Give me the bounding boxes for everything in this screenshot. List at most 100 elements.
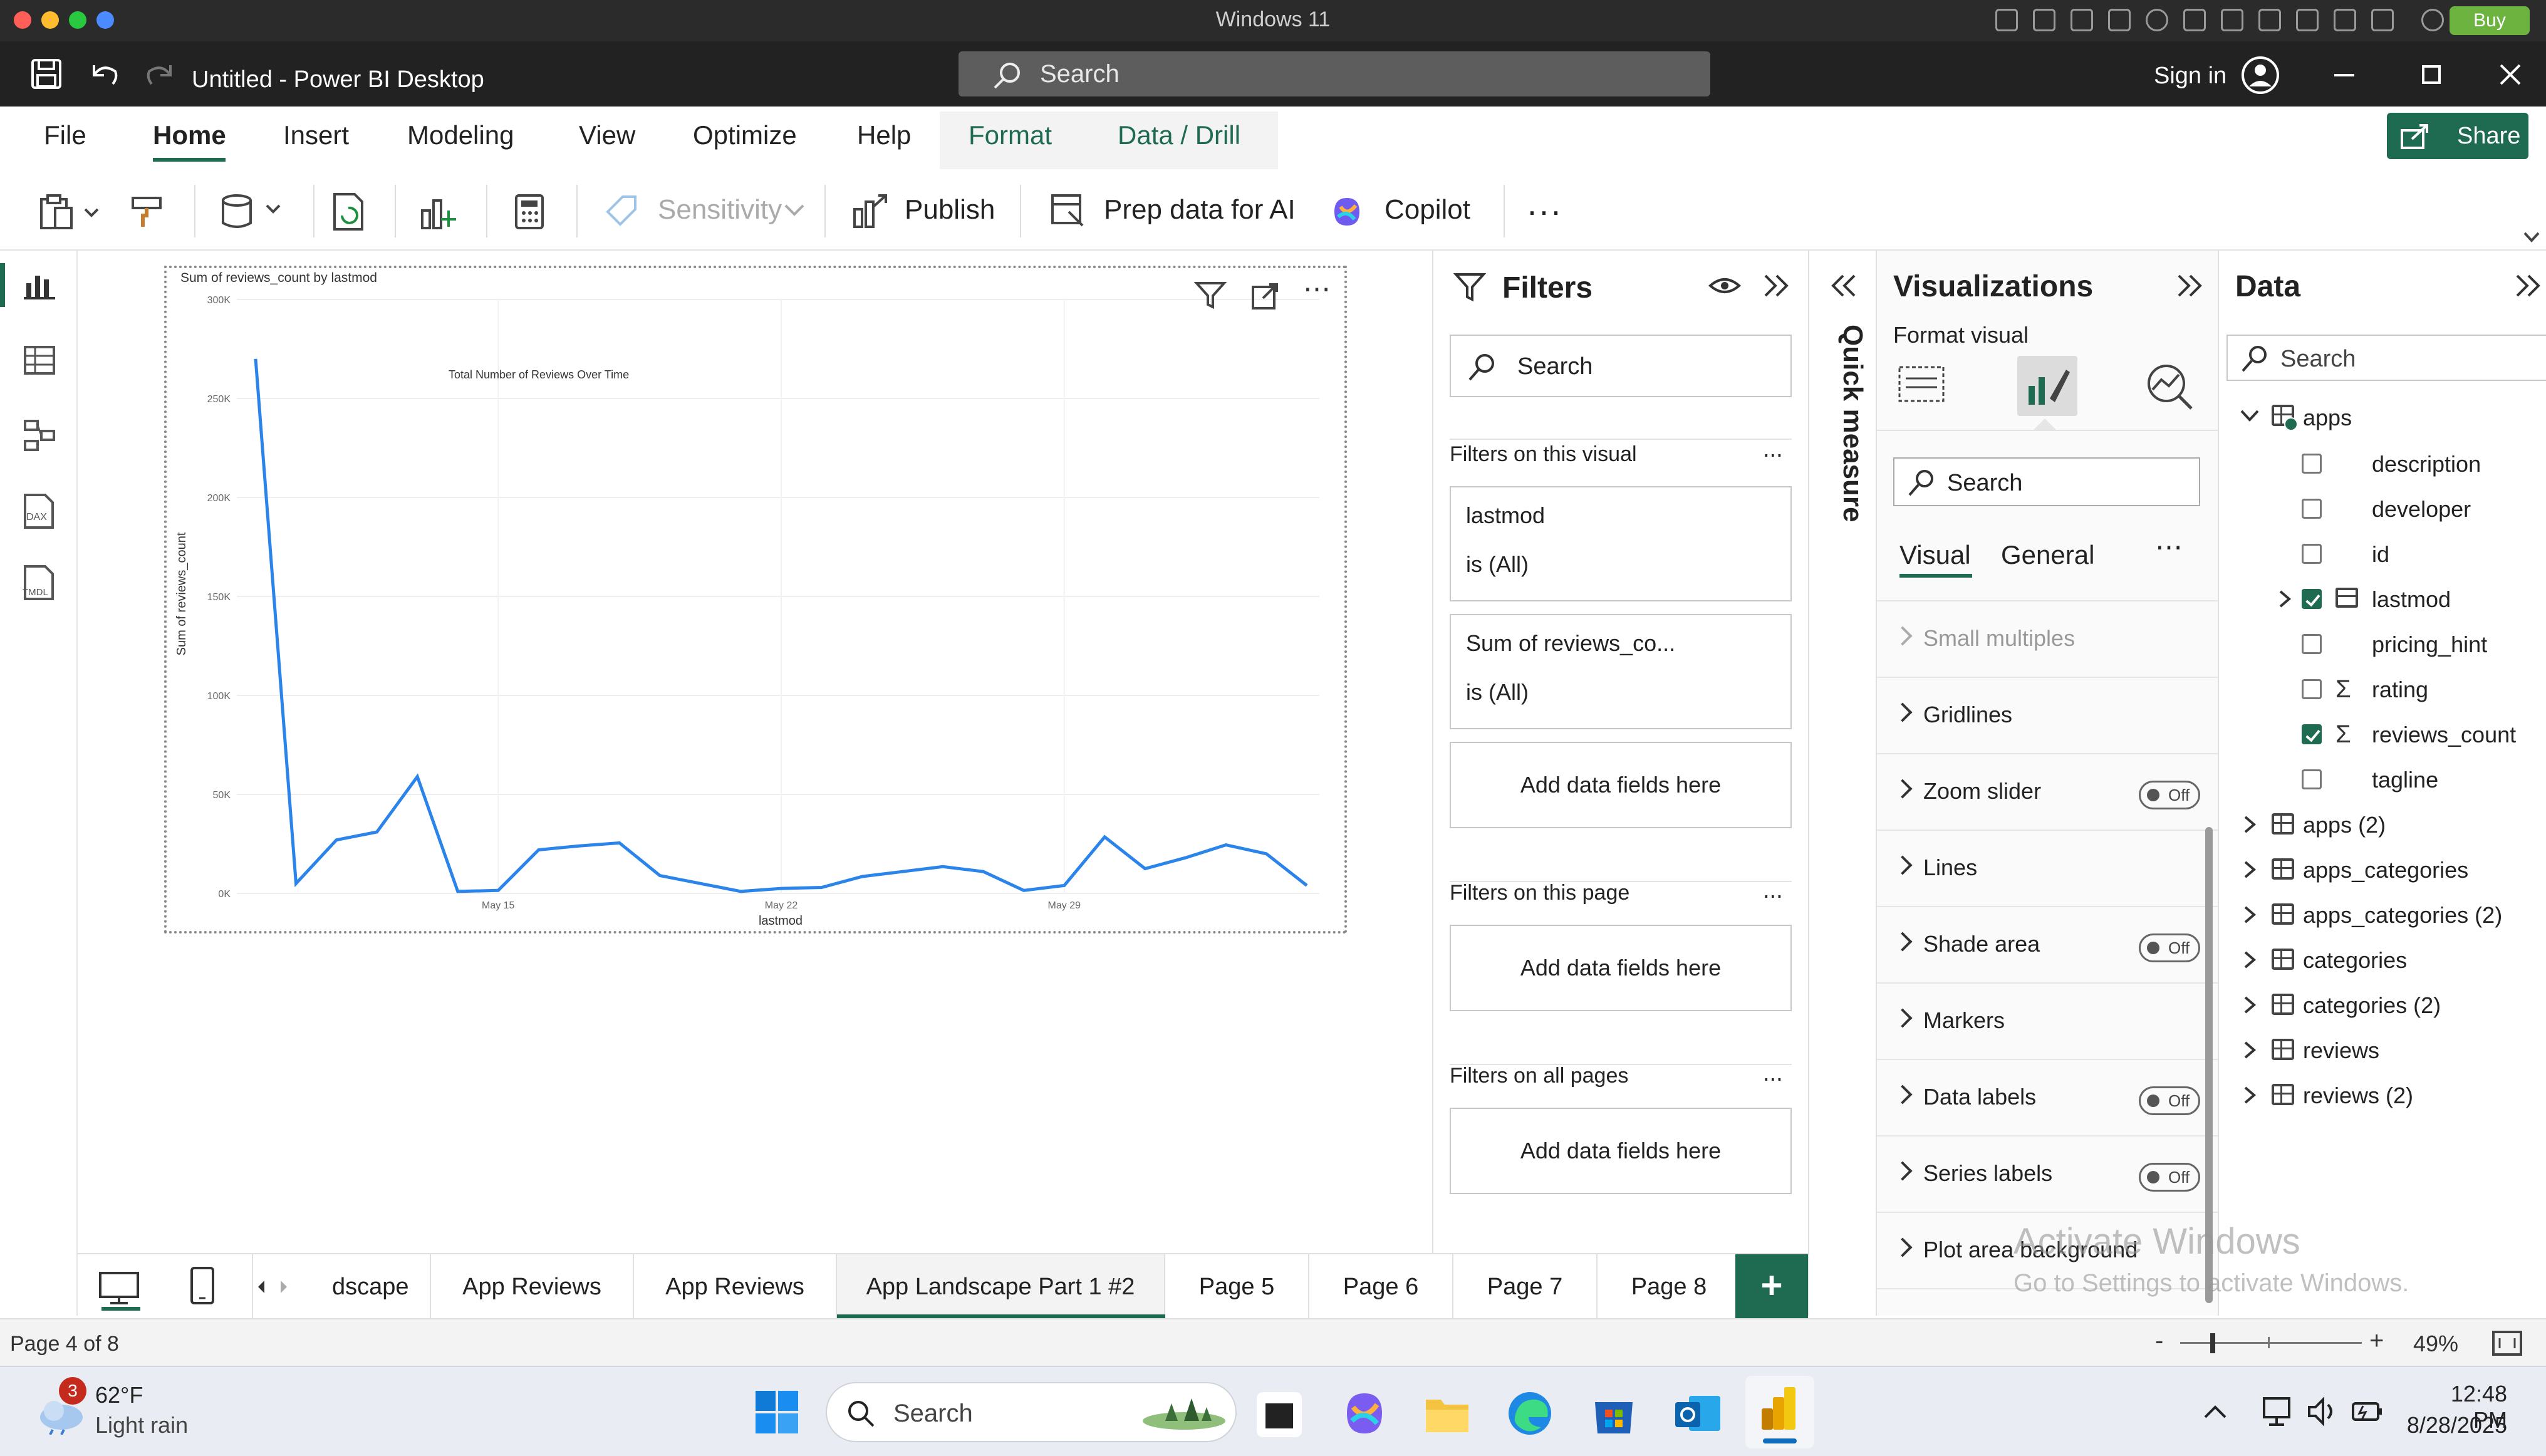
section-lines[interactable]: Lines xyxy=(1877,831,2219,907)
close-icon[interactable] xyxy=(2500,64,2521,85)
field-item[interactable]: id xyxy=(2372,541,2389,568)
page-scroll-arrows-icon[interactable] xyxy=(254,1277,294,1297)
calculator-icon[interactable] xyxy=(512,193,548,231)
field-item[interactable]: lastmod xyxy=(2372,586,2451,613)
printer-icon[interactable] xyxy=(2108,9,2131,31)
chevron-right-icon[interactable] xyxy=(2242,905,2258,925)
model-view-icon[interactable] xyxy=(23,419,56,452)
visual-add-fields-dropzone[interactable]: Add data fields here xyxy=(1450,742,1792,828)
tab-help[interactable]: Help xyxy=(857,120,911,150)
chip-icon[interactable] xyxy=(2033,9,2055,31)
field-checkbox[interactable] xyxy=(2302,724,2322,744)
network-icon[interactable] xyxy=(2262,1396,2297,1427)
page-tab[interactable]: Page 8 xyxy=(1598,1254,1742,1319)
page-tab[interactable]: Page 6 xyxy=(1309,1254,1453,1319)
field-checkbox[interactable] xyxy=(2302,454,2322,474)
table-view-icon[interactable] xyxy=(23,345,56,376)
table-item[interactable]: apps_categories (2) xyxy=(2303,902,2502,928)
page-tab[interactable]: dscape xyxy=(317,1254,431,1319)
section-shade-area[interactable]: Shade area Off xyxy=(1877,907,2219,984)
section-data-labels[interactable]: Data labels Off xyxy=(1877,1060,2219,1136)
weather-description[interactable]: Light rain xyxy=(95,1412,188,1438)
filters-search-input[interactable]: Search xyxy=(1450,335,1792,397)
format-painter-icon[interactable] xyxy=(129,194,164,229)
windows-start-icon[interactable] xyxy=(754,1390,799,1435)
chevron-right-icon[interactable] xyxy=(2242,950,2258,970)
table-apps[interactable]: apps xyxy=(2303,405,2352,431)
globe-icon[interactable] xyxy=(2146,9,2168,31)
chevron-right-icon[interactable] xyxy=(2277,589,2293,609)
screenshot-icon[interactable] xyxy=(2334,9,2356,31)
field-item[interactable]: pricing_hint xyxy=(2372,632,2487,658)
filter-card-reviews-count[interactable]: Sum of reviews_co... is (All) xyxy=(1450,614,1792,729)
chevron-right-icon[interactable] xyxy=(2242,814,2258,835)
filters-page-more[interactable]: ... xyxy=(1763,877,1783,904)
chevron-right-icon[interactable] xyxy=(2242,1085,2258,1105)
collapse-data-icon[interactable] xyxy=(2513,272,2542,301)
field-item[interactable]: reviews_count xyxy=(2372,722,2516,748)
data-labels-toggle[interactable]: Off xyxy=(2139,1086,2200,1115)
filters-all-more[interactable]: ... xyxy=(1763,1060,1783,1087)
line-chart-visual[interactable]: 300K 250K 200K 150K 100K 50K 0K May 15 May 22 Ma… xyxy=(164,266,1347,933)
expand-quick-measure-icon[interactable] xyxy=(1829,272,1858,301)
chevron-up-icon[interactable] xyxy=(2203,1402,2228,1421)
folder-icon[interactable] xyxy=(2371,9,2394,31)
mobile-layout-icon[interactable] xyxy=(188,1266,217,1307)
clock-date[interactable]: 8/28/2025 xyxy=(2388,1412,2507,1438)
filters-visual-more[interactable]: ... xyxy=(1763,436,1783,463)
store-icon[interactable] xyxy=(1590,1390,1638,1437)
tab-optimize[interactable]: Optimize xyxy=(693,120,797,150)
powerbi-taskbar-button[interactable] xyxy=(1745,1376,1814,1448)
prep-data-button[interactable]: Prep data for AI xyxy=(1104,194,1296,226)
dax-query-icon[interactable]: DAX xyxy=(19,492,59,530)
sign-in-link[interactable]: Sign in xyxy=(2154,63,2226,90)
tab-insert[interactable]: Insert xyxy=(283,120,349,150)
visual-filter-icon[interactable] xyxy=(1194,281,1227,311)
quick-measure-pane[interactable]: Quick measure xyxy=(1808,251,1876,1316)
camera-icon[interactable] xyxy=(2296,9,2319,31)
copilot-app-icon[interactable] xyxy=(1341,1390,1388,1437)
field-checkbox[interactable] xyxy=(2302,679,2322,699)
section-markers[interactable]: Markers xyxy=(1877,984,2219,1060)
cylinder-icon[interactable] xyxy=(2071,9,2093,31)
report-view-icon[interactable] xyxy=(23,269,56,301)
field-checkbox[interactable] xyxy=(2302,544,2322,564)
table-item[interactable]: apps_categories xyxy=(2303,857,2468,883)
refresh-icon[interactable] xyxy=(330,192,367,232)
field-item[interactable]: rating xyxy=(2372,677,2428,703)
field-checkbox[interactable] xyxy=(2302,589,2322,609)
analytics-icon[interactable] xyxy=(2144,361,2194,411)
tmdl-view-icon[interactable]: TMDL xyxy=(19,564,59,601)
page-add-fields-dropzone[interactable]: Add data fields here xyxy=(1450,925,1792,1011)
tab-data-drill[interactable]: Data / Drill xyxy=(1118,120,1240,150)
table-item[interactable]: reviews xyxy=(2303,1037,2379,1064)
page-tab[interactable]: App Reviews xyxy=(634,1254,837,1319)
zoom-slider-thumb[interactable] xyxy=(2210,1333,2215,1353)
field-item[interactable]: tagline xyxy=(2372,767,2438,793)
field-checkbox[interactable] xyxy=(2302,769,2322,789)
zoom-out-button[interactable]: - xyxy=(2155,1327,2163,1355)
title-search-input[interactable]: Search xyxy=(959,51,1710,96)
page-tab[interactable]: Page 5 xyxy=(1165,1254,1309,1319)
undo-icon[interactable] xyxy=(88,59,119,88)
table-item[interactable]: apps (2) xyxy=(2303,812,2386,838)
zoom-percentage[interactable]: 49% xyxy=(2413,1331,2458,1357)
page-tab-active[interactable]: App Landscape Part 1 #2 xyxy=(837,1254,1165,1319)
maximize-icon[interactable] xyxy=(2422,65,2441,84)
tab-file[interactable]: File xyxy=(44,120,86,150)
tab-view[interactable]: View xyxy=(579,120,635,150)
chevron-right-icon[interactable] xyxy=(2242,860,2258,880)
save-icon[interactable] xyxy=(30,58,63,90)
shade-area-toggle[interactable]: Off xyxy=(2139,933,2200,962)
viz-more-options[interactable]: ⋯ xyxy=(2155,531,2183,563)
battery-icon[interactable] xyxy=(2351,1396,2386,1427)
zoom-slider-track[interactable] xyxy=(2180,1342,2362,1344)
new-visual-icon[interactable] xyxy=(418,192,459,232)
tab-visual[interactable]: Visual xyxy=(1899,540,1971,570)
outlook-icon[interactable] xyxy=(1673,1390,1723,1437)
user-avatar-icon[interactable] xyxy=(2240,55,2280,95)
volume-icon[interactable] xyxy=(2307,1396,2342,1427)
focus-mode-icon[interactable] xyxy=(1250,282,1281,311)
tab-format[interactable]: Format xyxy=(969,120,1052,150)
collapse-filters-icon[interactable] xyxy=(1762,272,1790,301)
